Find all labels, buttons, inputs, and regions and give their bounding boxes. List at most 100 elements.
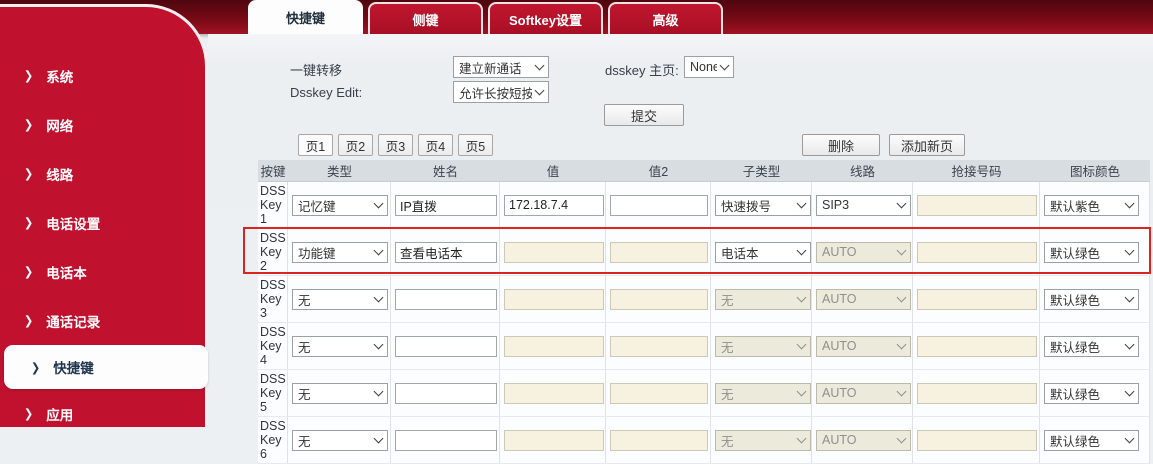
sidebar-item-apps[interactable]: ❯ 应用	[0, 389, 205, 438]
chevron-right-icon: ❯	[24, 166, 33, 180]
chevron-down-icon	[897, 246, 907, 256]
type-select[interactable]: 无	[292, 383, 388, 404]
dss-key-label: DSS Key 2	[258, 231, 287, 273]
col-header-subtype: 子类型	[711, 160, 812, 181]
sidebar-item-hotkeys[interactable]: ❯ 快捷键	[4, 345, 208, 389]
sidebar: ❯ 系统 ❯ 网络 ❯ 线路 ❯ 电话设置 ❯ 电话本 ❯ 通话记录 ❯ 快捷键…	[0, 4, 208, 427]
delete-button[interactable]: 删除	[802, 134, 880, 156]
name-input[interactable]	[395, 289, 497, 310]
value-input	[504, 430, 604, 451]
page-3-button[interactable]: 页3	[378, 134, 413, 156]
icon-color-select[interactable]: 默认绿色	[1044, 336, 1139, 357]
name-input[interactable]	[395, 195, 497, 216]
tab-advanced[interactable]: 高级	[608, 2, 723, 34]
name-input[interactable]	[395, 383, 497, 404]
chevron-right-icon: ❯	[24, 68, 33, 82]
submit-button[interactable]: 提交	[604, 104, 684, 126]
value2-input	[610, 383, 708, 404]
dss-key-label: DSS Key 1	[258, 184, 287, 226]
col-header-pickup-number: 抢接号码	[913, 160, 1040, 181]
col-header-value: 值	[500, 160, 606, 181]
sidebar-item-call-log[interactable]: ❯ 通话记录	[0, 296, 205, 345]
icon-color-select[interactable]: 默认绿色	[1044, 242, 1139, 263]
value-input	[504, 383, 604, 404]
sidebar-item-network[interactable]: ❯ 网络	[0, 100, 205, 149]
chevron-down-icon	[1125, 246, 1135, 256]
chevron-down-icon	[374, 387, 384, 397]
tab-softkey-settings[interactable]: Softkey设置	[488, 2, 603, 34]
sidebar-item-label: 通话记录	[46, 311, 100, 331]
line-select[interactable]: SIP3	[816, 195, 911, 216]
chevron-down-icon	[1125, 199, 1135, 209]
dsskey-edit-select[interactable]: 允许长按短按键	[453, 81, 549, 103]
sidebar-item-system[interactable]: ❯ 系统	[0, 51, 205, 100]
line-select: AUTO	[816, 289, 911, 310]
chevron-down-icon	[374, 199, 384, 209]
name-input[interactable]	[395, 242, 497, 263]
type-select[interactable]: 无	[292, 430, 388, 451]
dsskey-home-select[interactable]: None	[684, 56, 734, 78]
chevron-down-icon	[1125, 293, 1135, 303]
table-row: DSS Key 6 无 无 AUTO 默认绿色	[258, 417, 1150, 464]
value2-input	[610, 289, 708, 310]
subtype-select[interactable]: 快速拨号	[715, 195, 811, 216]
type-select[interactable]: 功能键	[292, 242, 388, 263]
dss-key-label: DSS Key 4	[258, 325, 287, 367]
value-input	[504, 242, 604, 263]
chevron-down-icon	[797, 340, 807, 350]
tab-side-key[interactable]: 侧键	[368, 2, 483, 34]
page-5-button[interactable]: 页5	[458, 134, 493, 156]
dss-key-label: DSS Key 6	[258, 419, 287, 461]
sidebar-item-label: 电话本	[46, 262, 87, 282]
sidebar-item-phone-settings[interactable]: ❯ 电话设置	[0, 198, 205, 247]
icon-color-select[interactable]: 默认绿色	[1044, 430, 1139, 451]
col-header-value2: 值2	[606, 160, 711, 181]
pickup-number-input	[917, 336, 1037, 357]
tab-hotkeys[interactable]: 快捷键	[248, 0, 363, 34]
pickup-number-input	[917, 430, 1037, 451]
line-select: AUTO	[816, 336, 911, 357]
subtype-select[interactable]: 电话本	[715, 242, 811, 263]
pickup-number-input	[917, 195, 1037, 216]
dss-key-label: DSS Key 3	[258, 278, 287, 320]
chevron-right-icon: ❯	[24, 117, 33, 131]
table-row: DSS Key 1 记忆键 快速拨号 SIP3 默认紫色	[258, 182, 1150, 229]
type-select[interactable]: 无	[292, 336, 388, 357]
one-key-transfer-select[interactable]: 建立新通话	[453, 56, 549, 78]
name-input[interactable]	[395, 336, 497, 357]
value2-input	[610, 336, 708, 357]
icon-color-select[interactable]: 默认紫色	[1044, 195, 1139, 216]
value2-input	[610, 430, 708, 451]
sidebar-item-phonebook[interactable]: ❯ 电话本	[0, 247, 205, 296]
pickup-number-input	[917, 289, 1037, 310]
type-select[interactable]: 记忆键	[292, 195, 388, 216]
chevron-down-icon	[897, 387, 907, 397]
col-header-type: 类型	[288, 160, 391, 181]
col-header-name: 姓名	[391, 160, 500, 181]
type-select[interactable]: 无	[292, 289, 388, 310]
sidebar-item-line[interactable]: ❯ 线路	[0, 149, 205, 198]
page-1-button[interactable]: 页1	[298, 134, 333, 156]
chevron-down-icon	[1125, 340, 1135, 350]
page-2-button[interactable]: 页2	[338, 134, 373, 156]
subtype-select: 无	[715, 289, 811, 310]
chevron-down-icon	[1125, 387, 1135, 397]
name-input[interactable]	[395, 430, 497, 451]
chevron-down-icon	[535, 61, 545, 71]
add-new-page-button[interactable]: 添加新页	[889, 134, 965, 156]
icon-color-select[interactable]: 默认绿色	[1044, 289, 1139, 310]
icon-color-select[interactable]: 默认绿色	[1044, 383, 1139, 404]
value-input[interactable]	[504, 195, 604, 216]
page-4-button[interactable]: 页4	[418, 134, 453, 156]
chevron-right-icon: ❯	[24, 406, 33, 420]
chevron-down-icon	[897, 293, 907, 303]
chevron-down-icon	[897, 340, 907, 350]
chevron-down-icon	[797, 434, 807, 444]
table-header-row: 按键 类型 姓名 值 值2 子类型 线路 抢接号码 图标颜色	[258, 160, 1150, 182]
line-select: AUTO	[816, 242, 911, 263]
chevron-down-icon	[797, 246, 807, 256]
chevron-down-icon	[374, 340, 384, 350]
chevron-down-icon	[797, 387, 807, 397]
dss-key-table: 按键 类型 姓名 值 值2 子类型 线路 抢接号码 图标颜色 DSS Key 1…	[258, 160, 1150, 464]
value2-input[interactable]	[610, 195, 708, 216]
